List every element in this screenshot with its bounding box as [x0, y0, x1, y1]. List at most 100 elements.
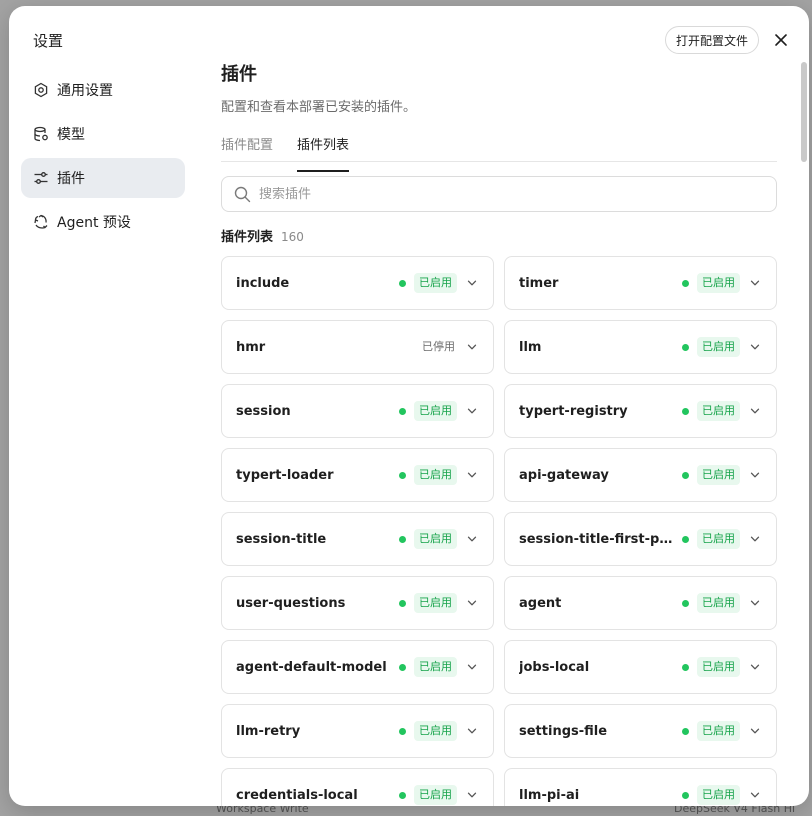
plugin-name: typert-registry	[519, 403, 628, 419]
plugin-status: 已启用	[682, 721, 762, 741]
status-badge: 已启用	[697, 593, 740, 613]
status-badge: 已启用	[414, 273, 457, 293]
close-button[interactable]	[771, 30, 791, 50]
plugin-name: api-gateway	[519, 467, 609, 483]
tab-plugin-list[interactable]: 插件列表	[297, 132, 350, 172]
status-badge: 已启用	[697, 785, 740, 805]
plugin-status: 已启用	[399, 401, 479, 421]
plugin-status: 已启用	[682, 337, 762, 357]
chevron-down-icon[interactable]	[748, 788, 762, 802]
plugin-card[interactable]: api-gateway 已启用	[504, 448, 777, 502]
plugin-list-title: 插件列表	[221, 230, 274, 245]
plugin-card[interactable]: session-title-first-prompt 已启用	[504, 512, 777, 566]
plugin-name: session-title-first-prompt	[519, 531, 682, 547]
status-dot	[399, 535, 406, 543]
scrollbar-thumb[interactable]	[801, 62, 807, 162]
plugin-card[interactable]: credentials-local 已启用	[221, 768, 494, 806]
plugin-card[interactable]: llm-retry 已启用	[221, 704, 494, 758]
chevron-down-icon[interactable]	[748, 660, 762, 674]
status-badge: 已启用	[697, 337, 740, 357]
plugin-card[interactable]: agent-default-model 已启用	[221, 640, 494, 694]
settings-dialog: 设置 通用设置 模型 插件 Agent 预设 打开配置文件 插件 配置和查看本部…	[9, 6, 809, 806]
chevron-down-icon[interactable]	[748, 340, 762, 354]
plugin-grid: include 已启用 timer 已启用 hmr 已停用 llm 已启用 session 已启用…	[221, 256, 777, 806]
chevron-down-icon[interactable]	[748, 724, 762, 738]
status-badge: 已启用	[414, 721, 457, 741]
close-icon	[774, 33, 788, 47]
gear-icon	[33, 82, 49, 98]
plugin-name: llm	[519, 339, 542, 355]
plugin-card[interactable]: include 已启用	[221, 256, 494, 310]
chevron-down-icon[interactable]	[465, 660, 479, 674]
status-dot	[399, 791, 406, 799]
plugin-card[interactable]: session 已启用	[221, 384, 494, 438]
nav-item-models[interactable]: 模型	[21, 114, 185, 154]
chevron-down-icon[interactable]	[465, 340, 479, 354]
plugin-name: llm-pi-ai	[519, 787, 580, 803]
status-dot	[682, 343, 689, 351]
nav-item-general[interactable]: 通用设置	[21, 70, 185, 110]
plugin-name: llm-retry	[236, 723, 301, 739]
status-badge: 已启用	[414, 401, 457, 421]
chevron-down-icon[interactable]	[465, 468, 479, 482]
status-badge: 已启用	[414, 593, 457, 613]
plugin-card[interactable]: typert-registry 已启用	[504, 384, 777, 438]
search-input[interactable]	[259, 186, 739, 202]
plugin-card[interactable]: user-questions 已启用	[221, 576, 494, 630]
nav-item-label: 模型	[57, 127, 85, 143]
chevron-down-icon[interactable]	[748, 404, 762, 418]
plugin-status: 已启用	[399, 273, 479, 293]
plugin-name: hmr	[236, 339, 266, 355]
nav-item-label: Agent 预设	[57, 215, 131, 231]
status-dot	[399, 599, 406, 607]
plugin-card[interactable]: timer 已启用	[504, 256, 777, 310]
nav-item-plugins[interactable]: 插件	[21, 158, 185, 198]
nav-item-label: 通用设置	[57, 83, 113, 99]
plugin-name: include	[236, 275, 290, 291]
plugin-card[interactable]: settings-file 已启用	[504, 704, 777, 758]
chevron-down-icon[interactable]	[748, 468, 762, 482]
chevron-down-icon[interactable]	[748, 532, 762, 546]
plugin-card[interactable]: jobs-local 已启用	[504, 640, 777, 694]
plugin-status: 已启用	[399, 465, 479, 485]
chevron-down-icon[interactable]	[465, 724, 479, 738]
page-description: 配置和查看本部署已安装的插件。	[221, 100, 417, 115]
plugin-name: user-questions	[236, 595, 346, 611]
nav-item-agent-presets[interactable]: Agent 预设	[21, 202, 185, 242]
chevron-down-icon[interactable]	[465, 276, 479, 290]
plugin-status: 已启用	[682, 529, 762, 549]
chevron-down-icon[interactable]	[465, 788, 479, 802]
plugin-card[interactable]: agent 已启用	[504, 576, 777, 630]
plugin-status: 已启用	[399, 529, 479, 549]
chevron-down-icon[interactable]	[748, 276, 762, 290]
plugin-name: jobs-local	[519, 659, 590, 675]
status-dot	[682, 535, 689, 543]
search-icon	[234, 186, 251, 203]
database-icon	[33, 126, 49, 142]
chevron-down-icon[interactable]	[748, 596, 762, 610]
chevron-down-icon[interactable]	[465, 596, 479, 610]
status-dot	[399, 727, 406, 735]
status-dot	[682, 471, 689, 479]
plugin-status: 已启用	[399, 785, 479, 805]
chevron-down-icon[interactable]	[465, 404, 479, 418]
plugin-card[interactable]: session-title 已启用	[221, 512, 494, 566]
tab-plugin-config[interactable]: 插件配置	[221, 132, 273, 161]
chevron-down-icon[interactable]	[465, 532, 479, 546]
status-dot	[399, 279, 406, 287]
status-dot	[682, 727, 689, 735]
plugin-count: 160	[281, 230, 304, 244]
plugin-card[interactable]: hmr 已停用	[221, 320, 494, 374]
plugin-card[interactable]: llm-pi-ai 已启用	[504, 768, 777, 806]
status-badge: 已启用	[414, 465, 457, 485]
plugin-name: typert-loader	[236, 467, 334, 483]
status-badge: 已启用	[697, 273, 740, 293]
plugin-card[interactable]: typert-loader 已启用	[221, 448, 494, 502]
plugin-name: credentials-local	[236, 787, 358, 803]
open-config-file-button[interactable]: 打开配置文件	[665, 26, 760, 54]
search-box[interactable]	[221, 176, 777, 212]
status-badge: 已启用	[414, 785, 457, 805]
plugin-card[interactable]: llm 已启用	[504, 320, 777, 374]
settings-nav: 通用设置 模型 插件 Agent 预设	[21, 70, 185, 246]
status-badge: 已启用	[414, 529, 457, 549]
